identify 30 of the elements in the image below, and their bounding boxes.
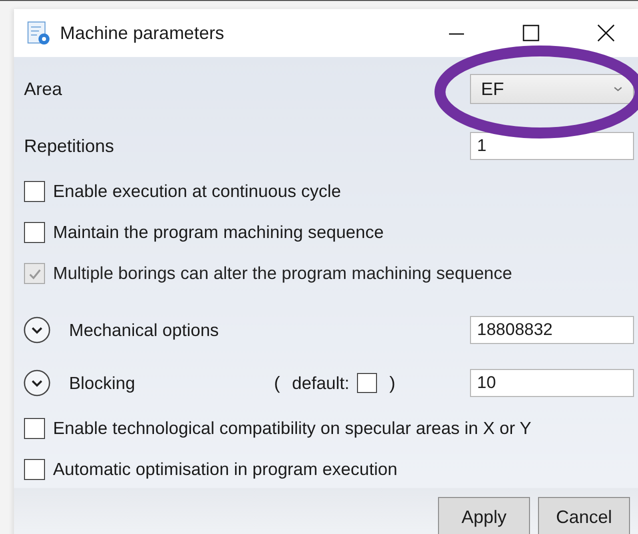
expand-chevron-icon[interactable] (23, 316, 51, 344)
checkbox[interactable] (24, 418, 45, 439)
checkbox-label: Automatic optimisation in program execution (53, 459, 398, 480)
parenthesis: ( (274, 372, 280, 394)
checkbox-label: Multiple borings can alter the program machining sequence (53, 263, 512, 284)
checkbox[interactable] (24, 459, 45, 480)
maximize-icon[interactable] (521, 23, 541, 43)
default-checkbox[interactable] (357, 373, 378, 393)
mechanical-options-field[interactable]: 18808832 (470, 316, 634, 344)
document-gear-icon (26, 20, 52, 46)
area-label: Area (24, 78, 64, 100)
default-label: default: (292, 372, 350, 394)
parenthesis: ) (389, 372, 396, 394)
checkbox-label: Enable execution at continuous cycle (53, 181, 341, 202)
blocking-field[interactable]: 10 (470, 369, 634, 397)
dialog-button[interactable]: Apply (438, 497, 530, 534)
checkmark-icon (28, 266, 42, 280)
dialog-button[interactable]: Cancel (538, 497, 630, 534)
mechanical-options-label: Mechanical options (69, 320, 220, 340)
close-icon[interactable] (596, 23, 616, 43)
expand-chevron-icon[interactable] (23, 369, 51, 397)
checkbox[interactable] (24, 222, 45, 243)
repetitions-label: Repetitions (24, 136, 116, 156)
chevron-down-icon (613, 85, 623, 93)
checkbox[interactable] (24, 181, 45, 202)
blocking-label: Blocking (69, 372, 136, 394)
checkbox-label: Maintain the program machining sequence (53, 222, 384, 243)
window-title: Machine parameters (60, 22, 224, 44)
checkbox-label: Enable technological compatibility on specular areas in X or Y (53, 418, 532, 439)
area-dropdown[interactable]: EF (470, 74, 634, 104)
